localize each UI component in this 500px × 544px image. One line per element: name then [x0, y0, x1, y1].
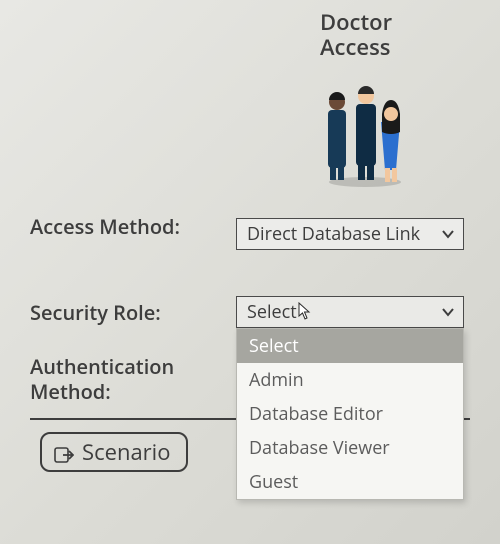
share-icon: [54, 442, 74, 462]
chevron-down-icon: [441, 305, 455, 319]
page-title-line2: Access: [320, 32, 391, 62]
security-role-value: Select: [247, 300, 297, 324]
scenario-button[interactable]: Scenario: [40, 432, 188, 472]
security-role-dropdown[interactable]: Select Admin Database Editor Database Vi…: [236, 328, 464, 500]
access-method-select[interactable]: Direct Database Link: [236, 218, 464, 250]
access-method-label: Access Method:: [30, 214, 220, 239]
page-title: Doctor Access: [320, 10, 392, 61]
dropdown-option-guest[interactable]: Guest: [237, 465, 463, 499]
security-role-select[interactable]: Select: [236, 296, 464, 328]
scenario-button-label: Scenario: [82, 437, 170, 467]
dropdown-option-admin[interactable]: Admin: [237, 363, 463, 397]
people-icon: [320, 80, 410, 188]
dropdown-option-database-viewer[interactable]: Database Viewer: [237, 431, 463, 465]
dropdown-option-select[interactable]: Select: [237, 329, 463, 363]
chevron-down-icon: [441, 227, 455, 241]
security-role-label: Security Role:: [30, 300, 220, 325]
dropdown-option-database-editor[interactable]: Database Editor: [237, 397, 463, 431]
auth-method-label: Authentication Method:: [30, 354, 220, 404]
access-method-value: Direct Database Link: [247, 222, 420, 246]
